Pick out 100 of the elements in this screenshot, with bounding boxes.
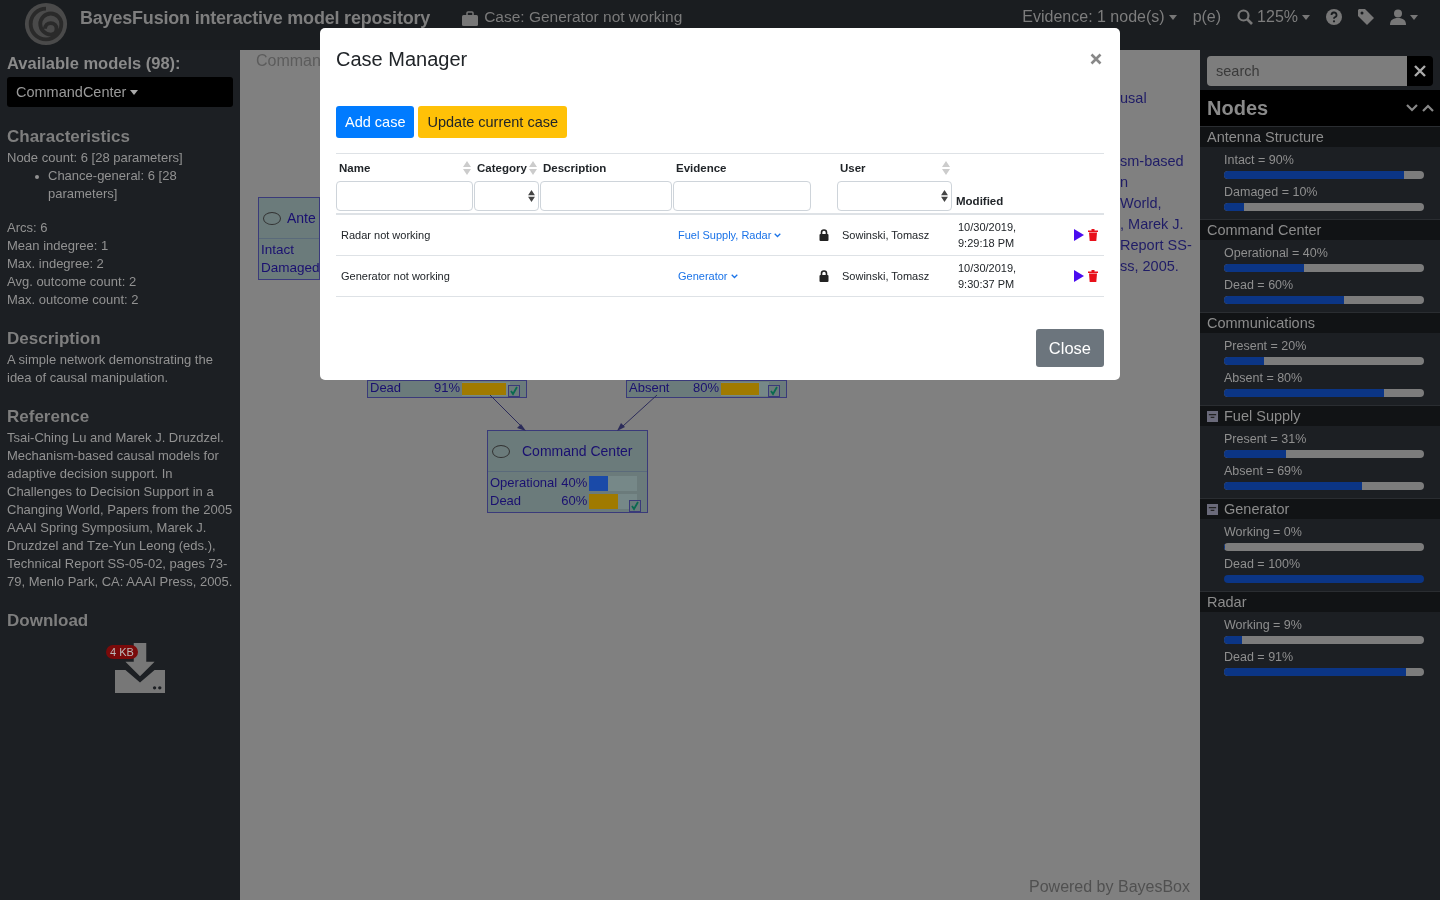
state-label: Absent	[629, 381, 671, 395]
state-label: Working = 0%	[1224, 524, 1303, 540]
chevron-down-icon[interactable]	[1406, 104, 1418, 112]
state-value: 80%	[693, 381, 720, 395]
state-value: 40%	[561, 474, 588, 492]
chevron-down-icon	[774, 232, 782, 238]
column-header[interactable]: Evidence	[673, 154, 812, 181]
state-label: Intact = 90%	[1224, 152, 1295, 168]
reference-text: sm-based	[1120, 152, 1184, 171]
column-header[interactable]: Category	[474, 154, 540, 181]
section-heading: Characteristics	[7, 127, 131, 147]
reference-text: Report SS-	[1120, 236, 1192, 255]
table-cell-text: 9:30:37 PM	[958, 277, 1016, 292]
sort-icon	[528, 190, 535, 202]
state-label: Present = 20%	[1224, 338, 1308, 354]
tag-icon[interactable]	[1358, 9, 1374, 25]
table-cell-text: 10/30/2019,	[958, 261, 1018, 276]
network-node[interactable]: Absent 80%	[626, 380, 787, 398]
state-label: Dead	[370, 381, 403, 395]
reference-text: , Marek J.	[1120, 215, 1184, 234]
table-cell-text: Radar not working	[340, 229, 432, 241]
reference-text: usal	[1120, 89, 1147, 108]
user-icon	[1390, 9, 1406, 25]
stat-line: Mean indegree: 1	[7, 237, 110, 255]
table-cell-text: 10/30/2019,	[958, 220, 1018, 235]
chevron-up-icon[interactable]	[1422, 104, 1434, 112]
network-node[interactable]: Dead 91%	[367, 380, 527, 398]
evidence-link[interactable]: Fuel Supply, Radar	[673, 229, 812, 241]
panel-title: Nodes	[1207, 96, 1270, 120]
case-title: Case: Generator not working	[484, 8, 683, 26]
evidence-menu[interactable]: Evidence: 1 node(s)	[1014, 6, 1185, 28]
node-count: Node count: 6 [28 parameters]	[7, 149, 184, 167]
node-name: Ante	[287, 210, 316, 226]
play-icon[interactable]	[1074, 270, 1084, 282]
check-icon	[629, 500, 641, 512]
node-type: Chance-general: 6 [28 parameters]	[48, 167, 178, 203]
filter-field[interactable]	[336, 181, 473, 211]
table-cell-text: Sowinski, Tomasz	[841, 229, 931, 241]
state-label: Damaged = 10%	[1224, 184, 1319, 200]
state-label: Operational = 40%	[1224, 245, 1329, 261]
state-label: Present = 31%	[1224, 431, 1308, 447]
play-icon[interactable]	[1074, 229, 1084, 241]
caret-icon	[1168, 14, 1177, 20]
stat-line: Max. indegree: 2	[7, 255, 105, 273]
pe-button[interactable]: p(e)	[1184, 6, 1230, 28]
briefcase-icon	[462, 11, 479, 27]
caret-icon	[1302, 14, 1310, 20]
table-cell-text: Generator not working	[340, 270, 451, 282]
state-label: Working = 9%	[1224, 617, 1303, 633]
caret-icon	[1410, 14, 1418, 20]
evidence-link[interactable]: Generator	[673, 270, 812, 282]
close-icon[interactable]	[1407, 56, 1433, 86]
column-header[interactable]: User	[837, 154, 953, 181]
help-icon[interactable]	[1326, 9, 1342, 25]
reference-text: n	[1120, 173, 1129, 192]
trash-icon[interactable]	[1088, 229, 1098, 241]
bullet-icon	[35, 175, 39, 179]
arrow	[617, 394, 658, 431]
node-name: Command Center	[522, 443, 633, 459]
stat-line: Arcs: 6	[7, 219, 49, 237]
search-field[interactable]: search	[1207, 56, 1407, 86]
add-case-button[interactable]: Add case	[336, 106, 415, 138]
chevron-down-icon	[730, 273, 738, 279]
state-value: 91%	[434, 381, 461, 395]
stat-line: Max. outcome count: 2	[7, 291, 140, 309]
dialog-title: Case Manager	[336, 47, 468, 71]
models-label: Available models (98):	[7, 54, 182, 73]
state-label: Dead = 91%	[1224, 649, 1295, 665]
search-icon	[1237, 9, 1254, 25]
column-header[interactable]: Description	[540, 154, 673, 181]
state-value: 60%	[561, 492, 588, 510]
column-header[interactable]: Name	[336, 154, 474, 181]
network-node[interactable]: Command Center Operational Dead 40% 60%	[487, 430, 648, 513]
table-cell-text: Sowinski, Tomasz	[841, 270, 931, 282]
table-cell-text: 9:29:18 PM	[958, 236, 1016, 251]
filter-field[interactable]	[540, 181, 672, 211]
section-heading: Download	[7, 611, 90, 631]
check-icon	[508, 385, 520, 397]
update-case-button[interactable]: Update current case	[418, 106, 568, 138]
stat-line: Avg. outcome count: 2	[7, 273, 138, 291]
section-heading: Description	[7, 329, 102, 349]
state-label: Dead	[490, 492, 523, 510]
node-name[interactable]: Radar	[1207, 594, 1247, 610]
sort-icon	[941, 190, 948, 202]
reference-text: ss, 2005.	[1120, 257, 1179, 276]
model-dropdown[interactable]: CommandCenter	[7, 77, 233, 107]
download-icon[interactable]	[115, 643, 165, 693]
zoom-menu[interactable]: 125%	[1229, 6, 1318, 28]
section-heading: Reference	[7, 407, 91, 427]
state-label: Absent = 80%	[1224, 370, 1304, 386]
state-label: Operational	[490, 474, 558, 492]
arrow	[489, 394, 526, 431]
network-node[interactable]: Ante Intact Damaged	[258, 197, 320, 280]
site-title[interactable]: BayesFusion interactive model repository	[80, 8, 431, 29]
close-button[interactable]: Close	[1035, 329, 1104, 367]
trash-icon[interactable]	[1088, 270, 1098, 282]
filter-field[interactable]	[673, 181, 811, 211]
column-header[interactable]: Modified	[953, 154, 1060, 213]
reference-text: Tsai-Ching Lu and Marek J. Druzdzel. Mechanism-based causal models for adaptive decision support. In Challenges to Decision Support in a Changing World, Papers from the 2005 AAAI Spring Symposium, Marek J. Druzdzel and Tze-Yun Leong (eds.), Technical Report SS-05-02, pages 73-79, Menlo Park, CA: AAAI Press, 2005.	[7, 429, 233, 591]
state-label: Intact	[261, 241, 296, 259]
